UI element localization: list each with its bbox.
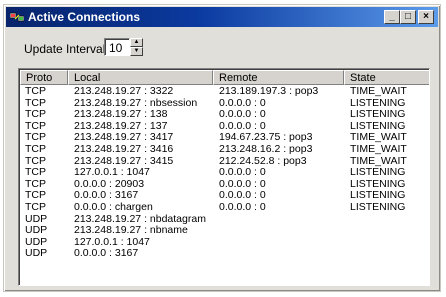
- remote-address-cell: 213.248.16.2 : pop3: [219, 142, 313, 155]
- proto-cell: TCP: [25, 200, 46, 213]
- proto-cell: TCP: [25, 142, 46, 155]
- state-cell: LISTENING: [350, 200, 406, 213]
- column-header-remote[interactable]: Remote: [213, 70, 344, 85]
- column-header-proto[interactable]: Proto: [20, 70, 68, 85]
- table-row[interactable]: TCP 213.248.19.27 : 3322 213.189.197.3 : p…: [20, 85, 428, 98]
- list-header: Proto Local Remote State: [20, 70, 429, 85]
- title-bar[interactable]: Active Connections _ □ ×: [6, 7, 438, 27]
- active-connections-window: Active Connections _ □ × Update Interval…: [3, 4, 441, 292]
- remote-address-cell: 213.189.197.3 : pop3: [219, 85, 319, 97]
- local-address-cell: 0.0.0.0 : chargen: [74, 200, 153, 213]
- close-button[interactable]: ×: [418, 10, 434, 24]
- local-address-cell: 213.248.19.27 : 3416: [74, 142, 174, 155]
- connections-rows: TCP 213.248.19.27 : 3322 213.189.197.3 : p…: [20, 85, 428, 260]
- column-header-state[interactable]: State: [344, 70, 429, 85]
- local-address-cell: 0.0.0.0 : 3167: [74, 247, 139, 260]
- local-address-cell: 127.0.0.1 : 1047: [74, 166, 150, 179]
- table-row[interactable]: TCP 127.0.0.1 : 1047 0.0.0.0 : 0 LISTENING: [20, 167, 428, 179]
- spin-down-button[interactable]: ▼: [130, 47, 143, 56]
- table-row[interactable]: TCP 0.0.0.0 : chargen 0.0.0.0 : 0 LISTENING: [20, 200, 428, 214]
- state-cell: TIME_WAIT: [350, 85, 407, 97]
- table-row[interactable]: UDP 0.0.0.0 : 3167: [20, 248, 428, 260]
- update-interval-spinner: ▲ ▼: [130, 38, 143, 56]
- table-row[interactable]: UDP 213.248.19.27 : nbname: [20, 225, 428, 237]
- proto-cell: UDP: [25, 247, 48, 260]
- remote-address-cell: 0.0.0.0 : 0: [219, 200, 266, 213]
- update-interval-input[interactable]: 10: [104, 38, 130, 56]
- minimize-button[interactable]: _: [384, 10, 400, 24]
- proto-cell: TCP: [25, 85, 46, 97]
- network-icon: [10, 12, 24, 22]
- connections-list[interactable]: Proto Local Remote State TCP 213.248.19.2…: [18, 68, 430, 286]
- state-cell: TIME_WAIT: [350, 142, 407, 155]
- column-header-local[interactable]: Local: [68, 70, 213, 85]
- table-row[interactable]: TCP 213.248.19.27 : 3416 213.248.16.2 : po…: [20, 142, 428, 156]
- local-address-cell: 213.248.19.27 : nbname: [74, 224, 188, 237]
- remote-address-cell: 0.0.0.0 : 0: [219, 166, 266, 179]
- proto-cell: TCP: [25, 166, 46, 179]
- spin-up-button[interactable]: ▲: [130, 38, 143, 47]
- local-address-cell: 213.248.19.27 : 3322: [74, 85, 174, 97]
- update-interval-label: Update Interval:: [24, 42, 109, 56]
- window-title: Active Connections: [28, 10, 141, 24]
- state-cell: LISTENING: [350, 166, 406, 179]
- proto-cell: UDP: [25, 224, 48, 237]
- maximize-button[interactable]: □: [400, 10, 416, 24]
